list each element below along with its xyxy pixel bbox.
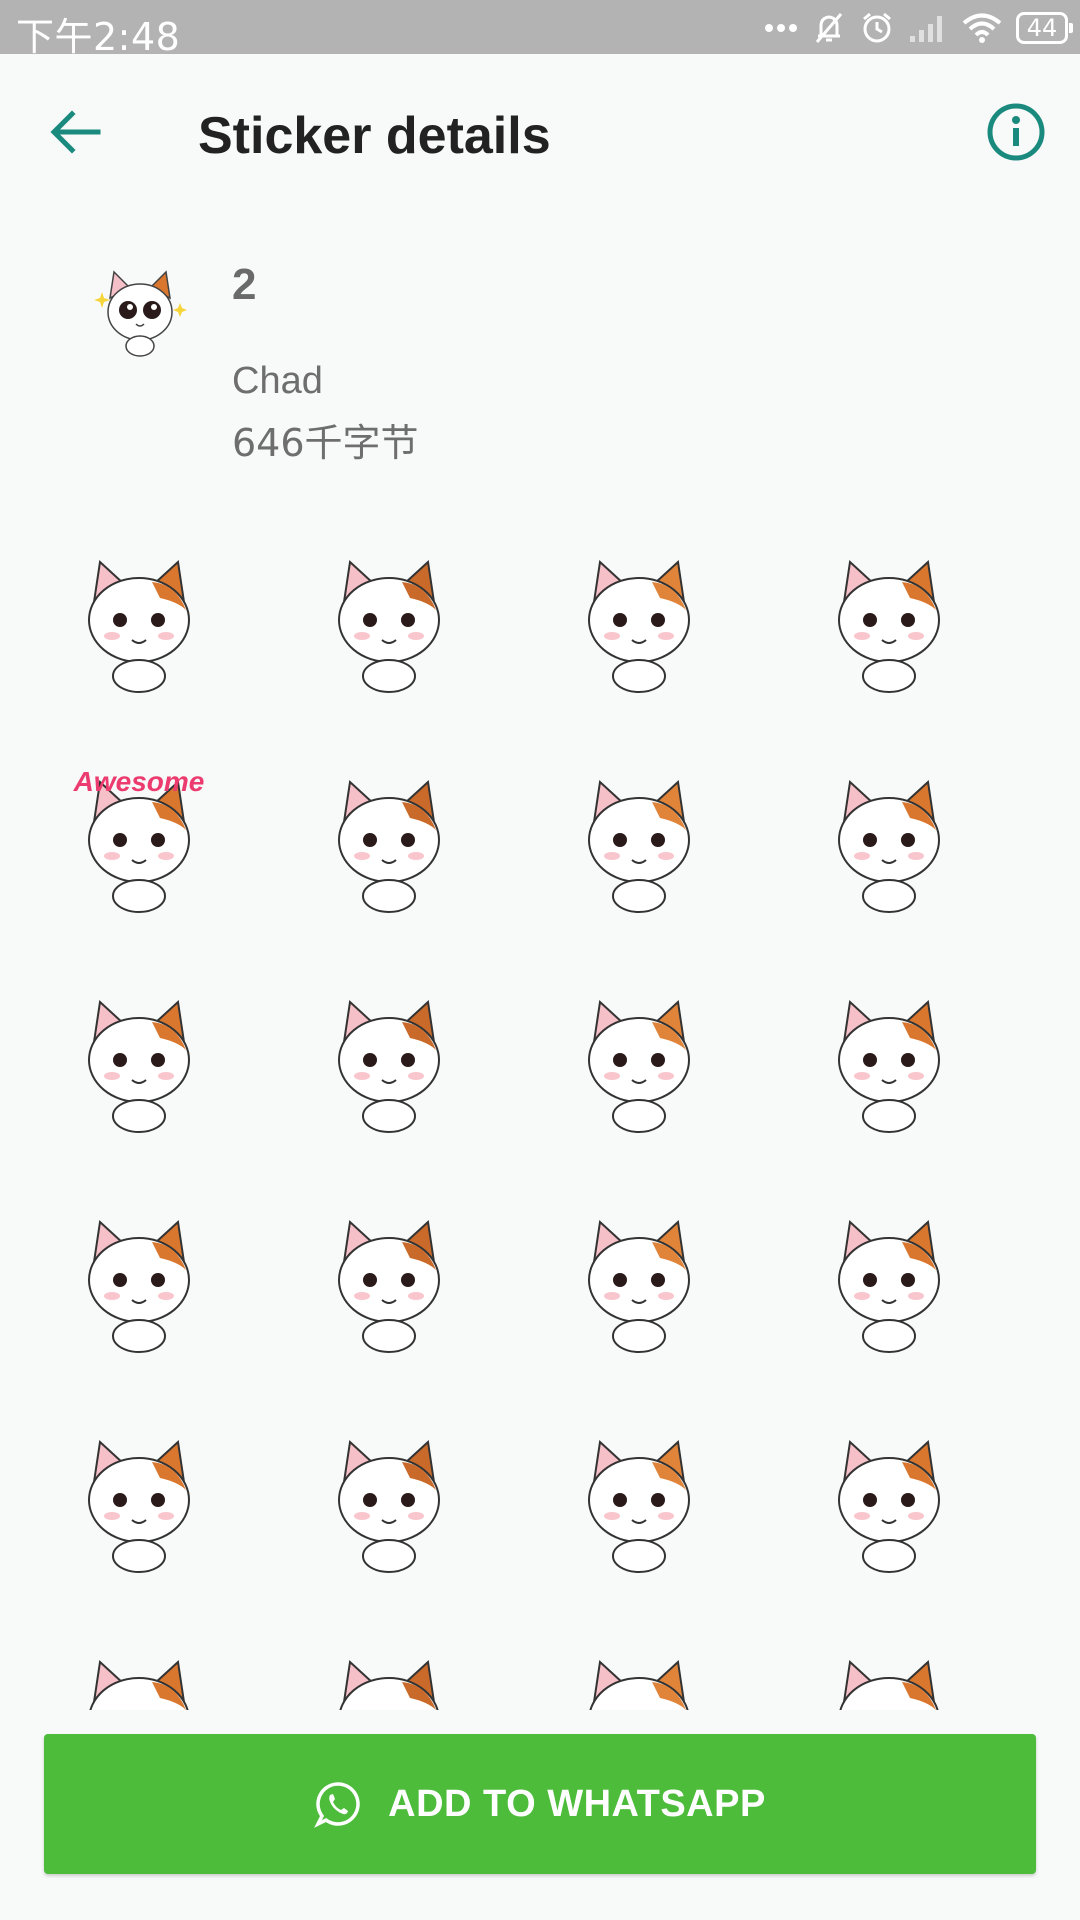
sticker-image xyxy=(339,1659,439,1710)
status-time: 下午2:48 xyxy=(16,15,181,59)
sticker-image xyxy=(588,999,690,1133)
sticker-item[interactable] xyxy=(560,1420,718,1578)
add-to-whatsapp-label: ADD TO WHATSAPP xyxy=(388,1782,766,1825)
sticker-item[interactable] xyxy=(810,980,968,1138)
sticker-item[interactable] xyxy=(810,760,968,918)
status-icons: 44 xyxy=(764,8,1073,48)
pack-size: 646千字节 xyxy=(232,421,419,465)
sticker-image xyxy=(838,1439,940,1573)
sticker-item[interactable] xyxy=(310,760,468,918)
sticker-item[interactable] xyxy=(60,980,218,1138)
sticker-image xyxy=(838,559,940,693)
sticker-image xyxy=(88,999,190,1133)
sticker-image xyxy=(338,559,440,693)
sticker-image xyxy=(88,1219,190,1353)
sticker-image xyxy=(89,1659,189,1710)
sticker-item[interactable] xyxy=(310,540,468,698)
signal-icon xyxy=(908,12,948,44)
back-button[interactable] xyxy=(40,96,112,168)
sticker-image xyxy=(588,1219,690,1353)
sticker-item[interactable] xyxy=(810,1640,968,1710)
sticker-item[interactable] xyxy=(310,1200,468,1358)
sticker-caption: Awesome xyxy=(73,766,205,797)
sticker-image xyxy=(838,779,940,913)
sticker-item[interactable] xyxy=(810,1420,968,1578)
sticker-image xyxy=(589,1659,689,1710)
sticker-item[interactable] xyxy=(60,1200,218,1358)
sticker-item[interactable]: Awesome xyxy=(60,760,218,918)
sticker-item[interactable] xyxy=(60,540,218,698)
wifi-icon xyxy=(962,12,1002,44)
sticker-item[interactable] xyxy=(560,1200,718,1358)
alarm-icon xyxy=(860,11,894,45)
pack-header: 2 Chad 646千字节 xyxy=(0,240,1080,480)
sticker-grid-scroll[interactable]: Awesome xyxy=(0,540,1080,1710)
status-bar: 下午2:48 44 xyxy=(0,0,1080,59)
battery-icon: 44 xyxy=(1016,12,1073,44)
sticker-item[interactable] xyxy=(310,1640,468,1710)
sticker-image xyxy=(588,1439,690,1573)
pack-name: 2 xyxy=(232,260,257,309)
sticker-image xyxy=(88,559,190,693)
sticker-item[interactable] xyxy=(60,1640,218,1710)
sticker-item[interactable] xyxy=(560,980,718,1138)
sticker-item[interactable] xyxy=(560,760,718,918)
sticker-image xyxy=(338,779,440,913)
sticker-image xyxy=(338,1219,440,1353)
more-dots-icon xyxy=(764,22,798,34)
sticker-item[interactable] xyxy=(560,540,718,698)
sticker-item[interactable] xyxy=(810,1200,968,1358)
sticker-image xyxy=(838,999,940,1133)
add-to-whatsapp-button[interactable]: ADD TO WHATSAPP xyxy=(44,1734,1036,1874)
app-toolbar: Sticker details xyxy=(0,54,1080,216)
whatsapp-icon xyxy=(314,1782,360,1828)
sticker-grid: Awesome xyxy=(60,540,968,1710)
sticker-image xyxy=(338,999,440,1133)
sticker-image xyxy=(588,559,690,693)
bell-off-icon xyxy=(812,11,846,45)
sticker-image xyxy=(88,1439,190,1573)
sticker-image xyxy=(338,1439,440,1573)
sticker-item[interactable] xyxy=(60,1420,218,1578)
sticker-item[interactable] xyxy=(310,980,468,1138)
sticker-item[interactable] xyxy=(810,540,968,698)
info-icon xyxy=(987,103,1045,161)
sticker-image xyxy=(839,1659,939,1710)
pack-publisher: Chad xyxy=(232,360,323,402)
info-button[interactable] xyxy=(984,100,1048,164)
page-title: Sticker details xyxy=(198,107,551,165)
pack-tray-icon xyxy=(88,258,192,362)
sticker-image xyxy=(838,1219,940,1353)
sticker-item[interactable] xyxy=(310,1420,468,1578)
sticker-image xyxy=(588,779,690,913)
sticker-item[interactable] xyxy=(560,1640,718,1710)
arrow-left-icon xyxy=(50,110,101,154)
